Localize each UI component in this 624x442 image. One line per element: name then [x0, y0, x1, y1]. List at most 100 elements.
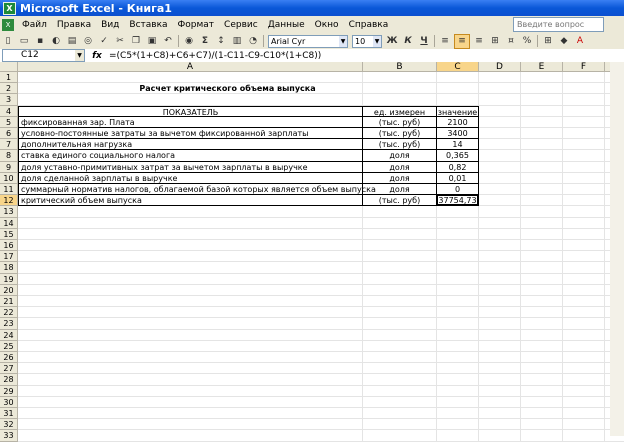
indicator-unit: (тыс. руб)	[363, 195, 437, 207]
menu-format[interactable]: Формат	[173, 20, 220, 30]
row-gridline	[18, 306, 624, 308]
autosum-icon[interactable]: Σ	[198, 35, 212, 48]
row-header[interactable]: 19	[0, 273, 18, 285]
row-gridline	[18, 283, 624, 285]
indicator-name: условно-постоянные затраты за вычетом фи…	[18, 128, 363, 140]
row-header[interactable]: 9	[0, 161, 18, 173]
row-header[interactable]: 11	[0, 184, 18, 196]
spelling-icon[interactable]: ✓	[97, 35, 111, 48]
row-header[interactable]: 27	[0, 363, 18, 375]
menu-window[interactable]: Окно	[310, 20, 344, 30]
print-icon[interactable]: ▤	[65, 35, 79, 48]
column-header[interactable]: D	[479, 62, 521, 72]
menu-view[interactable]: Вид	[96, 20, 124, 30]
row-header[interactable]: 29	[0, 385, 18, 397]
row-header[interactable]: 6	[0, 128, 18, 140]
unit-header: ед. измерен	[363, 105, 437, 117]
row-header[interactable]: 14	[0, 217, 18, 229]
currency-icon[interactable]: ¤	[504, 35, 518, 48]
row-header[interactable]: 17	[0, 251, 18, 263]
menu-tools[interactable]: Сервис	[219, 20, 263, 30]
chevron-down-icon: ▼	[373, 35, 381, 47]
copy-icon[interactable]: ❐	[129, 35, 143, 48]
chart-icon[interactable]: ▥	[230, 35, 244, 48]
save-icon[interactable]: ▪	[33, 35, 47, 48]
italic-button[interactable]: К	[401, 35, 415, 48]
open-icon[interactable]: ▭	[17, 35, 31, 48]
workbook-icon[interactable]: X	[2, 18, 14, 31]
row-gridline	[18, 407, 624, 408]
row-header[interactable]: 16	[0, 240, 18, 252]
row-header[interactable]: 1	[0, 72, 18, 84]
paste-icon[interactable]: ▣	[145, 35, 159, 48]
row-header[interactable]: 10	[0, 172, 18, 184]
row-header[interactable]: 3	[0, 94, 18, 106]
column-header[interactable]: F	[563, 62, 605, 72]
row-gridline	[18, 418, 624, 420]
borders-icon[interactable]: ⊞	[541, 35, 555, 48]
row-header[interactable]: 5	[0, 116, 18, 128]
help-search-input[interactable]: Введите вопрос	[513, 17, 604, 32]
font-size-select[interactable]: 10 ▼	[352, 34, 382, 48]
name-box-value: C12	[21, 50, 39, 60]
row-header[interactable]: 21	[0, 296, 18, 308]
row-header[interactable]: 20	[0, 284, 18, 296]
row-header[interactable]: 32	[0, 419, 18, 431]
merge-center-icon[interactable]: ⊞	[488, 35, 502, 48]
row-header[interactable]: 2	[0, 83, 18, 95]
zoom-icon[interactable]: ◔	[246, 35, 260, 48]
new-icon[interactable]: ▯	[1, 35, 15, 48]
cut-icon[interactable]: ✂	[113, 35, 127, 48]
toolbar-separator	[537, 35, 538, 47]
hyperlink-icon[interactable]: ◉	[182, 35, 196, 48]
align-right-icon[interactable]: ≡	[472, 35, 486, 48]
align-left-icon[interactable]: ≡	[438, 35, 452, 48]
align-center-icon[interactable]: ≡	[454, 33, 470, 49]
menu-help[interactable]: Справка	[344, 20, 394, 30]
menu-insert[interactable]: Вставка	[124, 20, 172, 30]
row-header[interactable]: 7	[0, 139, 18, 151]
menu-data[interactable]: Данные	[263, 20, 310, 30]
row-header[interactable]: 15	[0, 228, 18, 240]
row-header[interactable]: 28	[0, 374, 18, 386]
select-all-corner[interactable]	[0, 62, 18, 72]
row-header[interactable]: 24	[0, 329, 18, 341]
row-header[interactable]: 22	[0, 307, 18, 319]
row-header[interactable]: 30	[0, 396, 18, 408]
fill-color-icon[interactable]: ◆	[557, 35, 571, 48]
column-header[interactable]: E	[521, 62, 563, 72]
row-header[interactable]: 18	[0, 262, 18, 274]
print-preview-icon[interactable]: ◎	[81, 35, 95, 48]
row-header[interactable]: 4	[0, 105, 18, 117]
sort-icon[interactable]: ↕	[214, 35, 228, 48]
column-header[interactable]: C	[437, 62, 479, 72]
column-header[interactable]: A	[18, 62, 363, 72]
name-box[interactable]: C12 ▼	[2, 49, 85, 62]
menu-edit[interactable]: Правка	[52, 20, 96, 30]
column-header[interactable]: B	[363, 62, 437, 72]
indicator-unit: (тыс. руб)	[363, 128, 437, 140]
permission-icon[interactable]: ◐	[49, 35, 63, 48]
selected-cell-outline	[436, 194, 479, 207]
font-color-icon[interactable]: A	[573, 35, 587, 48]
row-header[interactable]: 23	[0, 318, 18, 330]
row-header[interactable]: 12	[0, 195, 18, 207]
percent-icon[interactable]: %	[520, 35, 534, 48]
title-bar: X Microsoft Excel - Книга1	[0, 0, 624, 16]
undo-icon[interactable]: ↶	[161, 35, 175, 48]
font-name-select[interactable]: Arial Cyr ▼	[268, 34, 348, 48]
indicator-unit: (тыс. руб)	[363, 116, 437, 128]
row-header[interactable]: 26	[0, 352, 18, 364]
toolbar-separator	[434, 35, 435, 47]
formula-input[interactable]: =(C5*(1+C8)+C6+C7)/(1-C11-C9-C10*(1+C8))	[109, 51, 321, 61]
underline-button[interactable]: Ч	[417, 35, 431, 48]
insert-function-icon[interactable]: fx	[85, 51, 109, 61]
indicator-value: 0,01	[437, 172, 479, 184]
vertical-scrollbar[interactable]	[610, 62, 624, 436]
bold-button[interactable]: Ж	[385, 35, 399, 48]
row-header[interactable]: 31	[0, 408, 18, 420]
row-header[interactable]: 8	[0, 150, 18, 162]
menu-file[interactable]: Файл	[17, 20, 52, 30]
row-header[interactable]: 13	[0, 206, 18, 218]
row-header[interactable]: 25	[0, 340, 18, 352]
